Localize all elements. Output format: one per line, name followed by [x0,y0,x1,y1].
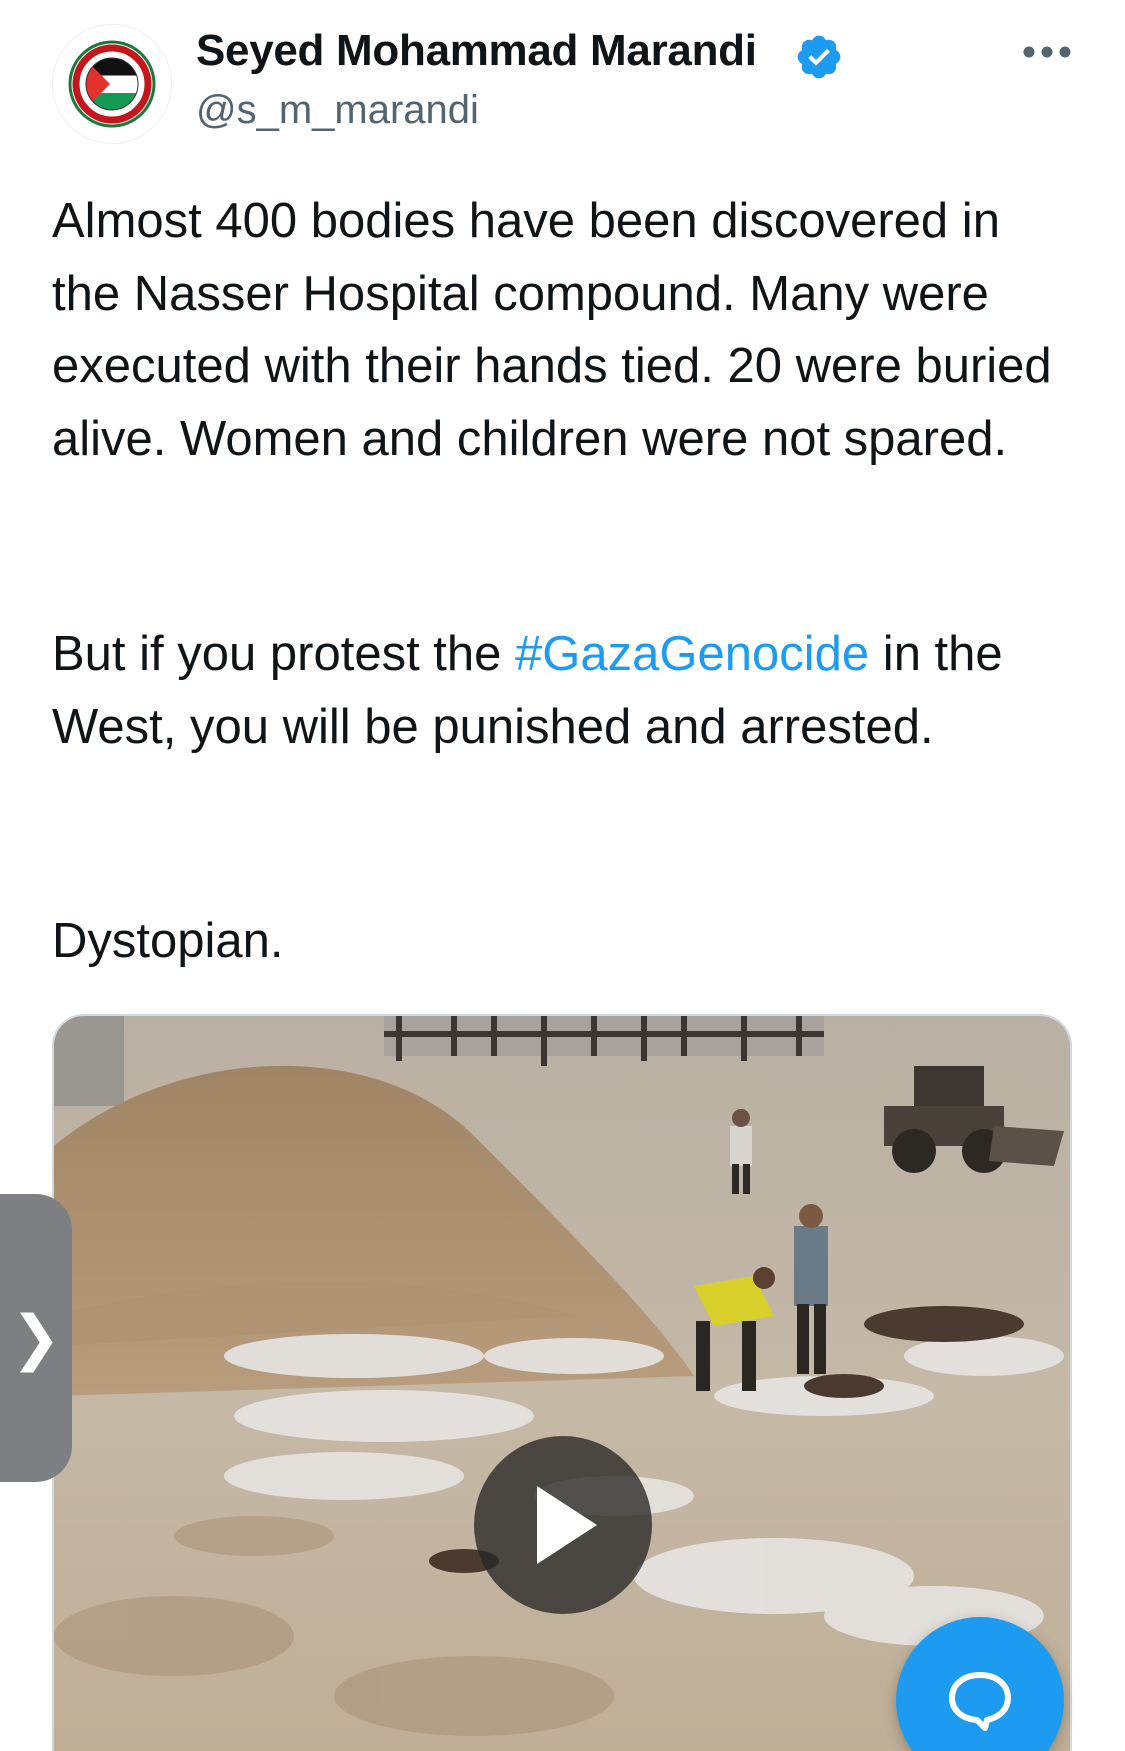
tweet-text-segment: But if you protest the [52,627,516,681]
play-icon [537,1486,597,1564]
author-avatar[interactable] [52,24,172,144]
side-panel-handle[interactable]: ❯ [0,1194,72,1482]
tweet-text-paragraph-2: But if you protest the #GazaGenocide in … [52,618,1072,763]
hashtag-link[interactable]: #GazaGenocide [515,627,869,681]
verified-badge-icon[interactable] [794,32,844,82]
video-thumbnail[interactable] [52,1014,1072,1751]
tweet-text-paragraph-3: Dystopian. [52,914,284,968]
more-options-button[interactable] [1012,30,1082,74]
video-frame-image [54,1016,1070,1751]
tweet-text-paragraph-1: Almost 400 bodies have been discovered i… [52,194,1052,466]
video-play-button[interactable] [474,1436,652,1614]
speech-bubble-icon [949,1672,1011,1731]
tweet-detail-screen: Seyed Mohammad Marandi @s_m_marandi Almo… [0,0,1125,1751]
chevron-right-icon: ❯ [10,1303,62,1373]
author-name[interactable]: Seyed Mohammad Marandi [196,26,757,76]
save-gaza-logo-icon [68,40,156,128]
more-horizontal-icon [1023,46,1071,58]
author-handle[interactable]: @s_m_marandi [196,88,479,133]
